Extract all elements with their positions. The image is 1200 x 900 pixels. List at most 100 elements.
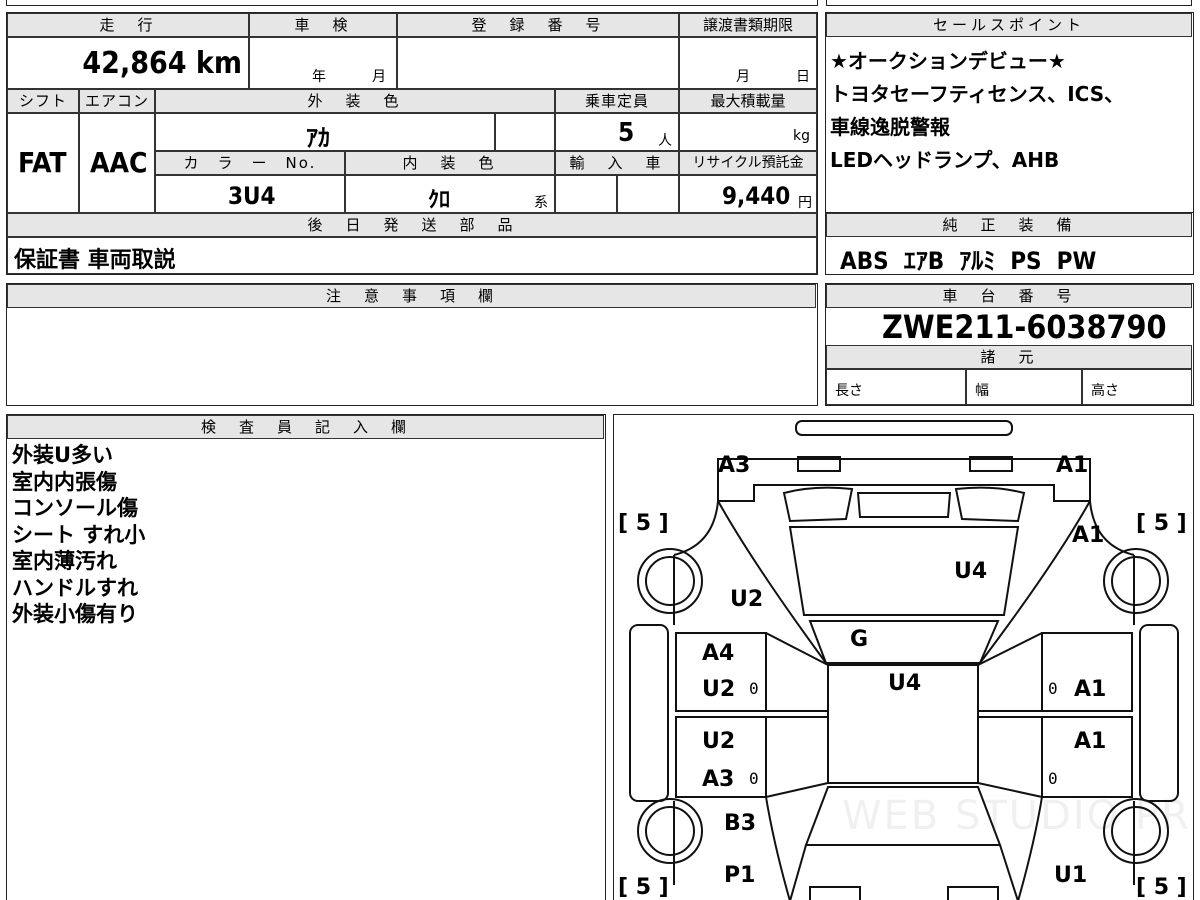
chassis-header: 車 台 番 号 [826,284,1192,308]
inspector-line: 外装U多い [12,443,114,467]
mileage-header: 走 行 [7,13,249,37]
aircon-value: AAC [90,146,148,179]
sales-point-box: セールスポイント ★オークションデビュー★ トヨタセーフティセンス、ICS、 車… [825,12,1194,213]
interior-cell: ｸﾛ 系 [345,175,555,213]
door-mark-zero: 0 [1048,679,1058,698]
inspection-header: 車 検 [249,13,397,37]
transfer-cell: 月 日 [679,37,817,89]
sales-line: 車線逸脱警報 [830,115,950,139]
damage-label-a1-right-rear-door: A1 [1074,729,1107,754]
inspector-line: 室内薄汚れ [12,549,117,573]
spec-header: 諸 元 [826,345,1192,369]
chassis-value: ZWE211-6038790 [882,308,1167,346]
aircon-cell: AAC [79,113,155,213]
interior-value: ｸﾛ [428,188,451,213]
equipment-value: ABS ｴｱB ｱﾙﾐ PS PW [840,247,1097,275]
panel-bracket-right-top: [ 5 ] [1136,511,1187,536]
damage-label-u1-rear-right: U1 [1054,863,1088,888]
spec-width-cell: 幅 [966,369,1082,405]
maxload-unit: kg [793,128,810,144]
damage-label-a1-right-fender: A1 [1072,523,1105,548]
panel-bracket-left-top: [ 5 ] [618,511,669,536]
damage-label-u4-hood: U4 [954,559,988,584]
capacity-header: 乗車定員 [555,89,679,113]
equipment-box: 純 正 装 備 ABS ｴｱB ｱﾙﾐ PS PW [825,212,1194,275]
sales-point-header: セールスポイント [826,13,1192,37]
equipment-header: 純 正 装 備 [826,213,1192,237]
sales-point-lines: ★オークションデビュー★ トヨタセーフティセンス、ICS、 車線逸脱警報 LED… [830,45,1124,177]
transfer-day: 日 [796,69,810,85]
door-mark-zero: 0 [749,769,759,788]
inspector-box: 検 査 員 記 入 欄 外装U多い 室内内張傷 コンソール傷 シート すれ小 室… [6,414,606,900]
damage-label-a3-front-left: A3 [718,453,751,478]
sales-line: ★オークションデビュー★ [830,49,1066,73]
import-cell-a [555,175,617,213]
sales-line: LEDヘッドランプ、AHB [830,148,1060,172]
inspection-cell: 年 月 [249,37,397,89]
exterior-value: ｱｶ [306,124,330,152]
damage-label-a1-right-front-door: A1 [1074,677,1107,702]
later-parts-value: 保証書 車両取説 [14,248,176,273]
panel-bracket-right-bottom: [ 5 ] [1136,875,1187,900]
exterior-cell: ｱｶ [155,113,495,152]
spec-length-label: 長さ [835,383,863,399]
recycle-unit: 円 [798,195,812,211]
maxload-header: 最大積載量 [679,89,817,113]
door-mark-zero: 0 [749,679,759,698]
spec-height-cell: 高さ [1082,369,1192,405]
damage-label-g-windshield: G [850,627,869,652]
later-parts-header: 後 日 発 送 部 品 [7,213,817,237]
damage-label-u2-left-fender: U2 [730,587,764,612]
spec-height-label: 高さ [1091,383,1119,399]
interior-header: 内 装 色 [345,151,555,175]
shift-header: シフト [7,89,79,113]
transfer-month: 月 [736,69,750,85]
exterior-header: 外 装 色 [155,89,555,113]
color-no-header: カ ラ ー No. [155,151,345,175]
inspector-line: シート すれ小 [12,522,146,547]
spec-width-label: 幅 [975,383,989,399]
watermark: WEB STUDIO PRO [842,793,1194,839]
inspector-header: 検 査 員 記 入 欄 [7,415,604,439]
damage-label-a3-left-rear-door: A3 [702,767,735,792]
inspection-month: 月 [372,69,386,85]
sales-line: トヨタセーフティセンス、ICS、 [830,82,1125,106]
car-diagram-box: [ 5 ] [ 5 ] [ 5 ] [ 5 ] A3 A1 A1 U4 U2 G… [613,414,1194,900]
import-header: 輸 入 車 [555,151,679,175]
inspector-line: ハンドルすれ [12,575,138,600]
damage-label-a1-front-right: A1 [1056,453,1089,478]
mileage-value: 42,864 km [82,46,242,81]
inspector-lines: 外装U多い 室内内張傷 コンソール傷 シート すれ小 室内薄汚れ ハンドルすれ … [12,442,145,628]
damage-label-u2-left-rear-door: U2 [702,729,736,754]
registration-cell [397,37,679,89]
notes-header: 注 意 事 項 欄 [7,284,816,308]
top-stub-row [6,0,1194,8]
shift-cell: FAT [7,113,79,213]
inspector-line: 室内内張傷 [12,469,117,494]
inspection-year: 年 [312,69,326,85]
color-no-cell: 3U4 [155,175,345,213]
transfer-header: 譲渡書類期限 [679,13,817,37]
color-no-value: 3U4 [228,182,276,210]
panel-bracket-left-bottom: [ 5 ] [618,875,669,900]
chassis-box: 車 台 番 号 ZWE211-6038790 諸 元 長さ 幅 高さ [825,283,1194,406]
notes-box: 注 意 事 項 欄 [6,283,818,406]
later-parts-cell: 保証書 車両取説 [7,237,817,274]
exterior-extra-cell [495,113,555,151]
shift-value: FAT [18,146,67,179]
recycle-value: 9,440 [722,182,791,210]
inspector-line: コンソール傷 [12,496,138,520]
recycle-header: リサイクル預託金 [679,151,817,175]
mileage-cell: 42,864 km [7,37,249,89]
damage-label-u4-roof: U4 [888,671,922,696]
door-mark-zero: 0 [1048,769,1058,788]
capacity-cell: 5 人 [555,113,679,151]
capacity-value: 5 [618,118,635,148]
recycle-cell: 9,440 円 [679,175,817,213]
maxload-cell: kg [679,113,817,151]
damage-label-a4-left-front-door: A4 [702,641,735,666]
damage-label-b3-left-quarter: B3 [724,811,757,836]
interior-unit: 系 [534,195,548,211]
registration-header: 登 録 番 号 [397,13,679,37]
vehicle-info-table: 走 行 車 検 登 録 番 号 譲渡書類期限 42,864 km 年 月 月 日… [6,12,818,275]
